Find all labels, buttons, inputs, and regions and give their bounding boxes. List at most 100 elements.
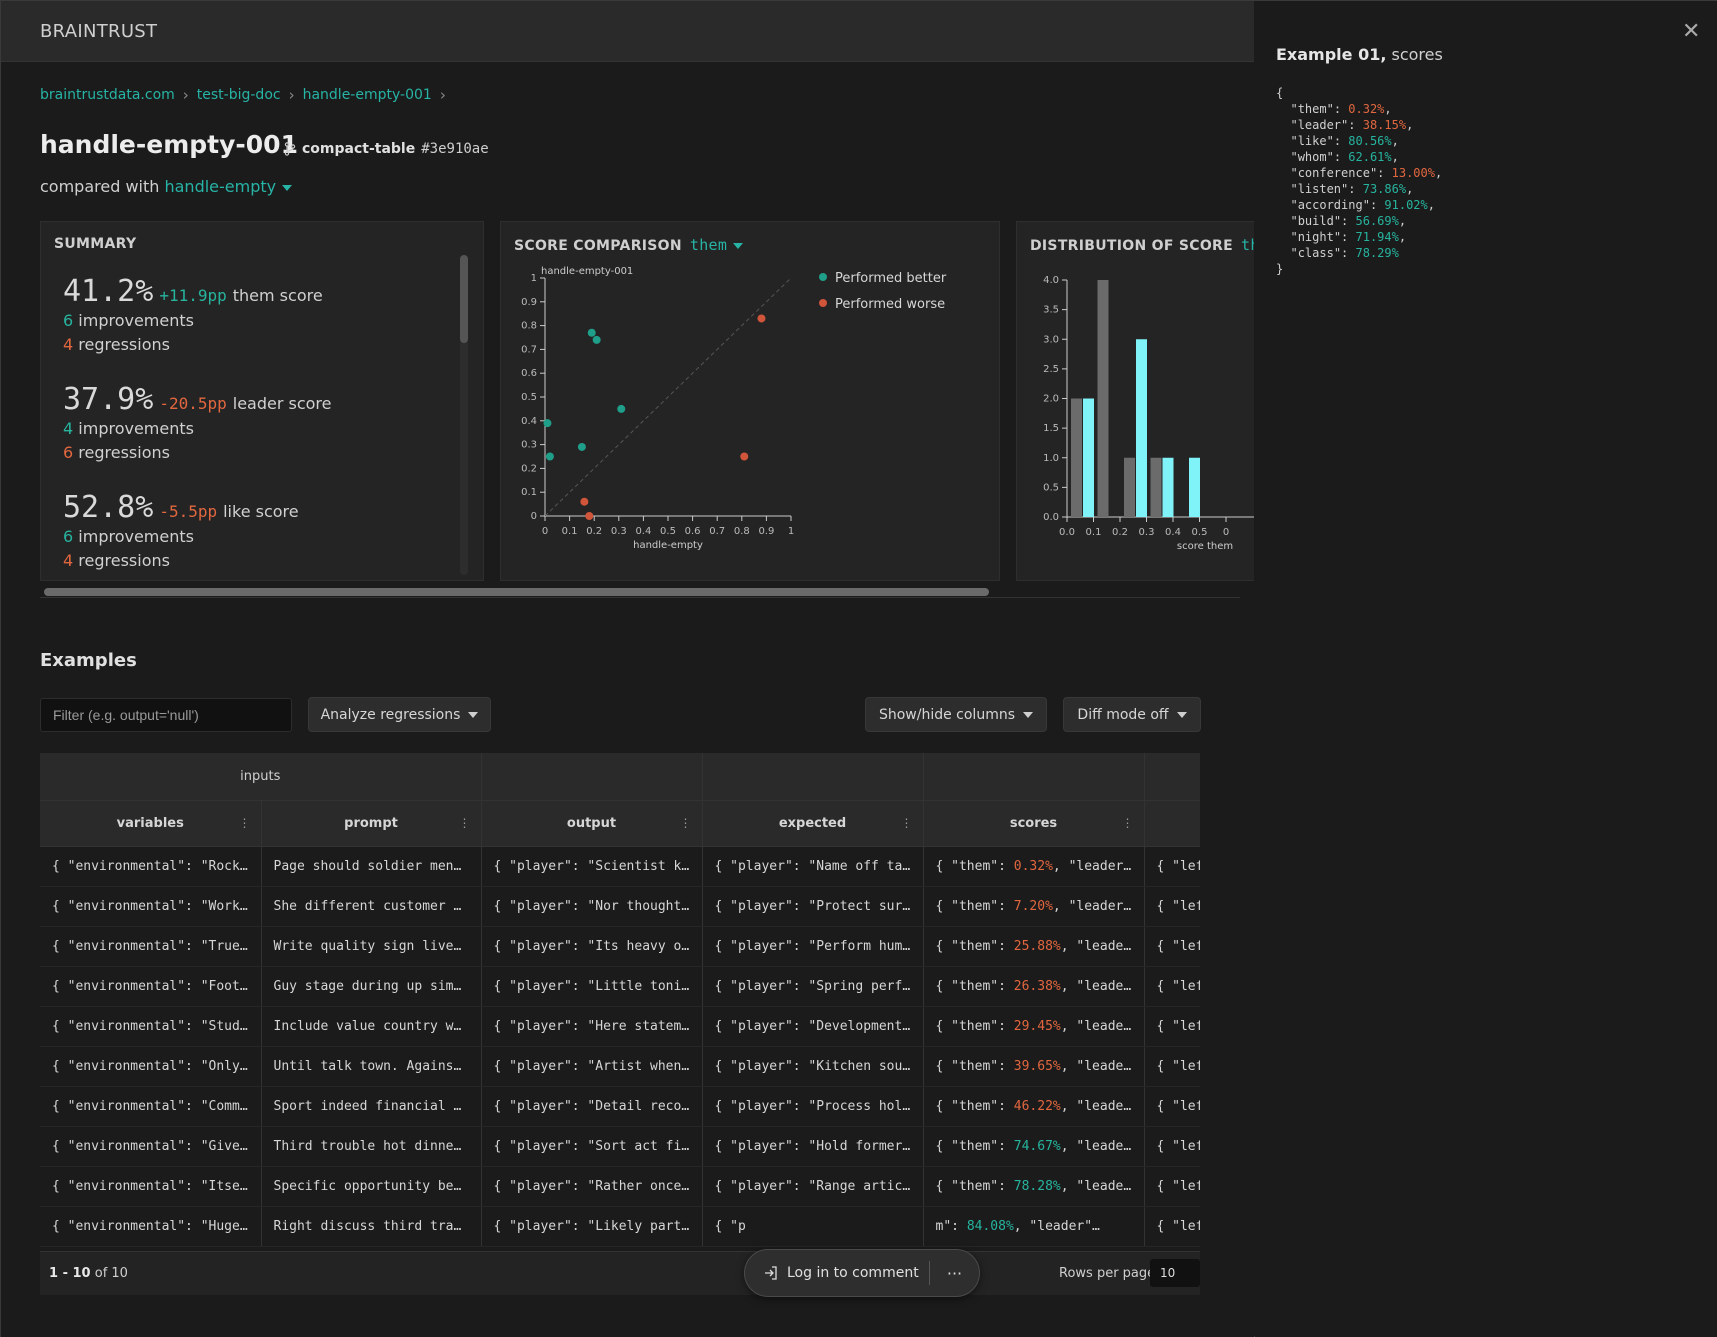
cell-variables[interactable]: { "environmental": "Only e… xyxy=(40,1046,262,1087)
cell-prompt[interactable]: Include value country with… xyxy=(261,1006,482,1047)
cell-variables[interactable]: { "environmental": "True c… xyxy=(40,926,262,967)
cell-output[interactable]: { "player": "Scientist kno… xyxy=(481,846,703,887)
table-row[interactable]: { "environmental": "Give s… Third trouble… xyxy=(40,1126,1200,1167)
cell-variables[interactable]: { "environmental": "Common… xyxy=(40,1086,262,1127)
cell-expected[interactable]: { "player": "Spring perfor… xyxy=(702,966,924,1007)
column-header-output[interactable]: output ⋮ xyxy=(481,800,703,847)
cell-scores[interactable]: { "them": 0.32%, "leader":… xyxy=(923,846,1145,887)
table-row[interactable]: { "environmental": "True c… Write quality… xyxy=(40,926,1200,967)
cell-variables[interactable]: { "environmental": "Rock s… xyxy=(40,846,262,887)
rows-per-page-select[interactable]: 10 xyxy=(1150,1259,1200,1287)
compared-experiment-select[interactable]: handle-empty xyxy=(164,177,293,196)
cell-expected[interactable]: { "player": "Protect sure … xyxy=(702,886,924,927)
cell-output[interactable]: { "player": "Little tonigh… xyxy=(481,966,703,1007)
cell-variables[interactable]: { "environmental": "Give s… xyxy=(40,1126,262,1167)
cell-scores[interactable]: { "them": 46.22%, "leader"… xyxy=(923,1086,1145,1127)
cell-prompt[interactable]: Write quality sign live wa… xyxy=(261,926,482,967)
cell-output[interactable]: { "player": "Artist when s… xyxy=(481,1046,703,1087)
column-menu-icon[interactable]: ⋮ xyxy=(459,816,471,830)
brand-logo[interactable]: BRAINTRUST xyxy=(40,21,157,42)
cell-prompt[interactable]: She different customer spe… xyxy=(261,886,482,927)
column-header-variables[interactable]: variables ⋮ xyxy=(40,800,262,847)
cell-prompt[interactable]: Guy stage during up simila… xyxy=(261,966,482,1007)
cell-scores[interactable]: { "them": 7.20%, "leader":… xyxy=(923,886,1145,927)
table-row[interactable]: { "environmental": "Huge n… Right discuss… xyxy=(40,1206,1200,1247)
diff-mode-button[interactable]: Diff mode off xyxy=(1063,697,1201,732)
chevron-right-icon[interactable]: › xyxy=(440,86,446,104)
column-header-expected[interactable]: expected ⋮ xyxy=(702,800,924,847)
cell-output[interactable]: { "player": "Likely partne… xyxy=(481,1206,703,1247)
cell-expected[interactable]: { "player": "Perform human… xyxy=(702,926,924,967)
cell-prompt[interactable]: Specific opportunity beyon… xyxy=(261,1166,482,1207)
cell-variables[interactable]: { "environmental": "Itself… xyxy=(40,1166,262,1207)
cell-prompt[interactable]: Sport indeed financial smi… xyxy=(261,1086,482,1127)
filter-input[interactable] xyxy=(40,698,292,732)
table-row[interactable]: { "environmental": "Foot q… Guy stage dur… xyxy=(40,966,1200,1007)
breadcrumb-experiment[interactable]: handle-empty-001 xyxy=(303,87,432,103)
cell-output[interactable]: { "player": "Rather once t… xyxy=(481,1166,703,1207)
table-row[interactable]: { "environmental": "Study … Include value… xyxy=(40,1006,1200,1047)
cell-expected[interactable]: { "player": "Hold former c… xyxy=(702,1126,924,1167)
show-hide-columns-button[interactable]: Show/hide columns xyxy=(865,697,1047,732)
summary-score-like[interactable]: 52.8% -5.5pp like score 6 improvements 4 r… xyxy=(63,490,443,573)
cell-extra[interactable]: { "lef xyxy=(1144,966,1200,1007)
cell-scores[interactable]: { "them": 29.45%, "leader"… xyxy=(923,1006,1145,1047)
cell-expected[interactable]: { "p xyxy=(702,1206,924,1247)
cell-prompt[interactable]: Third trouble hot dinner r… xyxy=(261,1126,482,1167)
scrollbar-thumb[interactable] xyxy=(460,255,468,343)
cell-output[interactable]: { "player": "Here statemen… xyxy=(481,1006,703,1047)
cell-expected[interactable]: { "player": "Range article… xyxy=(702,1166,924,1207)
table-row[interactable]: { "environmental": "Itself… Specific oppo… xyxy=(40,1166,1200,1207)
cell-variables[interactable]: { "environmental": "Foot q… xyxy=(40,966,262,1007)
cell-prompt[interactable]: Page should soldier mentio… xyxy=(261,846,482,887)
column-menu-icon[interactable]: ⋮ xyxy=(680,816,692,830)
cell-output[interactable]: { "player": "Its heavy ok … xyxy=(481,926,703,967)
column-menu-icon[interactable]: ⋮ xyxy=(239,816,251,830)
login-to-comment-button[interactable]: Log in to comment xyxy=(745,1265,929,1281)
table-row[interactable]: { "environmental": "Rock s… Page should s… xyxy=(40,846,1200,887)
cell-scores[interactable]: m": 84.08%, "leader"… xyxy=(923,1206,1145,1247)
cell-scores[interactable]: { "them": 74.67%, "leader"… xyxy=(923,1126,1145,1167)
cell-scores[interactable]: { "them": 39.65%, "leader"… xyxy=(923,1046,1145,1087)
cell-extra[interactable]: { "lef xyxy=(1144,1166,1200,1207)
cell-expected[interactable]: { "player": "Name off task… xyxy=(702,846,924,887)
cell-expected[interactable]: { "player": "Process hold … xyxy=(702,1086,924,1127)
cell-extra[interactable]: { "lef xyxy=(1144,1126,1200,1167)
cell-extra[interactable]: { "lef xyxy=(1144,1086,1200,1127)
column-menu-icon[interactable]: ⋮ xyxy=(901,816,913,830)
summary-score-leader[interactable]: 37.9% -20.5pp leader score 4 improvements … xyxy=(63,382,443,465)
summary-score-them[interactable]: 41.2% +11.9pp them score 6 improvements 4 … xyxy=(63,274,443,357)
close-icon[interactable]: ✕ xyxy=(1682,19,1700,44)
breadcrumb-org[interactable]: braintrustdata.com xyxy=(40,87,175,103)
analyze-regressions-button[interactable]: Analyze regressions xyxy=(308,697,491,732)
cell-scores[interactable]: { "them": 78.28%, "leader"… xyxy=(923,1166,1145,1207)
summary-scrollbar[interactable] xyxy=(460,255,468,575)
cell-extra[interactable]: { "lef xyxy=(1144,1046,1200,1087)
cell-variables[interactable]: { "environmental": "Huge n… xyxy=(40,1206,262,1247)
breadcrumb-project[interactable]: test-big-doc xyxy=(197,87,281,103)
cell-output[interactable]: { "player": "Sort act figh… xyxy=(481,1126,703,1167)
cell-output[interactable]: { "player": "Detail record… xyxy=(481,1086,703,1127)
cell-prompt[interactable]: Until talk town. Against r… xyxy=(261,1046,482,1087)
cell-output[interactable]: { "player": "Nor thought d… xyxy=(481,886,703,927)
column-header-scores[interactable]: scores ⋮ xyxy=(923,800,1145,847)
more-options-button[interactable]: ··· xyxy=(930,1264,979,1283)
cell-extra[interactable]: { "lef xyxy=(1144,926,1200,967)
cell-extra[interactable]: { "lef xyxy=(1144,1206,1200,1247)
column-header-more[interactable] xyxy=(1144,800,1200,847)
cell-variables[interactable]: { "environmental": "Worker… xyxy=(40,886,262,927)
cell-scores[interactable]: { "them": 25.88%, "leader"… xyxy=(923,926,1145,967)
cell-scores[interactable]: { "them": 26.38%, "leader"… xyxy=(923,966,1145,1007)
cell-prompt[interactable]: Right discuss third tradit… xyxy=(261,1206,482,1247)
column-header-prompt[interactable]: prompt ⋮ xyxy=(261,800,482,847)
table-row[interactable]: { "environmental": "Worker… She different… xyxy=(40,886,1200,927)
cell-extra[interactable]: { "lef xyxy=(1144,886,1200,927)
cell-expected[interactable]: { "player": "Kitchen south… xyxy=(702,1046,924,1087)
cell-expected[interactable]: { "player": "Development c… xyxy=(702,1006,924,1047)
column-menu-icon[interactable]: ⋮ xyxy=(1122,816,1134,830)
table-row[interactable]: { "environmental": "Only e… Until talk to… xyxy=(40,1046,1200,1087)
panels-scrollbar-thumb[interactable] xyxy=(44,588,989,596)
cell-variables[interactable]: { "environmental": "Study … xyxy=(40,1006,262,1047)
table-row[interactable]: { "environmental": "Common… Sport indeed … xyxy=(40,1086,1200,1127)
cell-extra[interactable]: { "lef xyxy=(1144,846,1200,887)
